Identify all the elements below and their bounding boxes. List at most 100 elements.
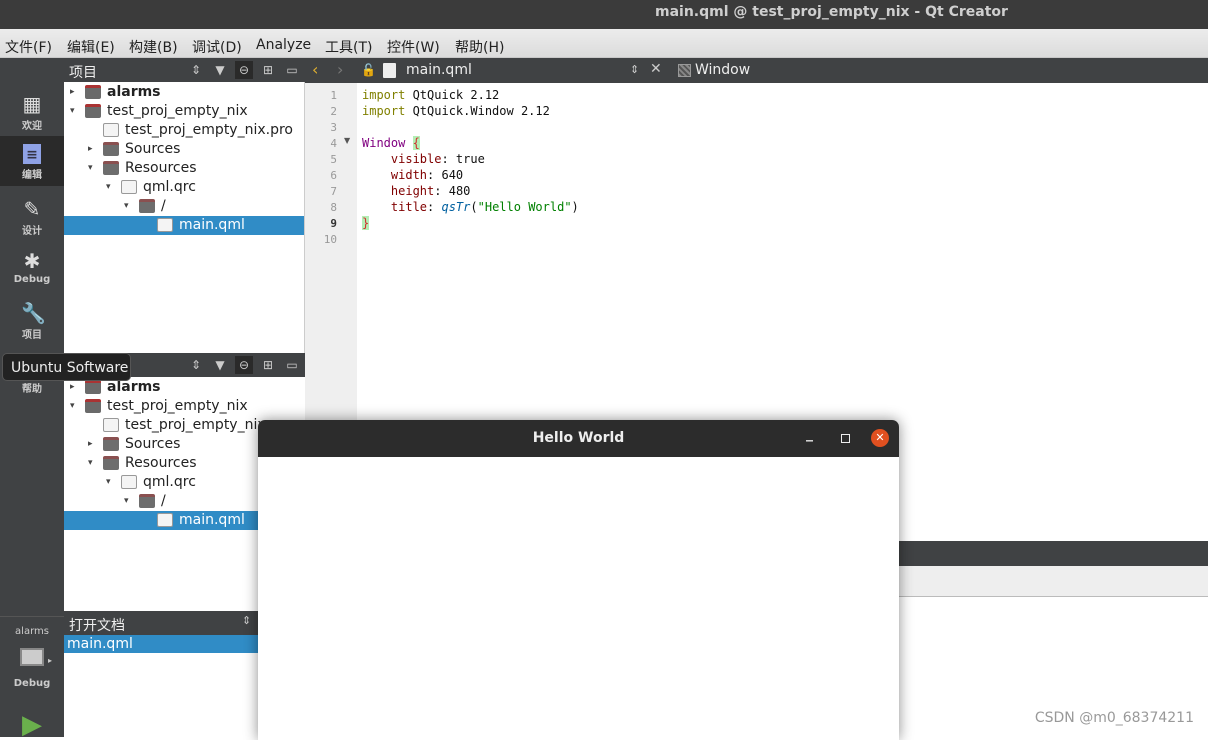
tree-item-label: / — [161, 198, 166, 214]
proj-icon — [85, 380, 101, 394]
menu-help[interactable]: 帮助(H) — [455, 37, 504, 57]
expanded-arrow-icon[interactable]: ▾ — [106, 473, 111, 492]
menu-analyze[interactable]: Analyze — [256, 37, 311, 53]
tree-item[interactable]: ▾ test_proj_empty_nix — [64, 397, 305, 416]
split-icon[interactable]: ⊞ — [259, 61, 277, 79]
editor-file-name[interactable]: main.qml — [406, 62, 472, 78]
proj-icon — [85, 85, 101, 99]
proj-icon — [85, 399, 101, 413]
line-number: 9 — [330, 217, 337, 230]
tree-item-label: / — [161, 493, 166, 509]
chevron-right-icon: ▸ — [48, 656, 53, 665]
collapsed-arrow-icon[interactable]: ▸ — [70, 83, 75, 102]
kit-project: alarms — [15, 626, 49, 637]
kit-build: Debug — [13, 678, 51, 689]
menu-tools[interactable]: 工具(T) — [325, 37, 372, 57]
menu-debug[interactable]: 调试(D) — [192, 37, 242, 57]
sort-icon[interactable]: ⇕ — [187, 356, 205, 374]
file-icon — [103, 418, 119, 432]
maximize-button[interactable] — [841, 434, 850, 443]
filter-icon[interactable]: ▼ — [211, 61, 229, 79]
bug-icon: ✱ — [23, 249, 41, 273]
close-button[interactable]: ✕ — [871, 429, 889, 447]
tooltip: Ubuntu Software — [2, 353, 131, 381]
menu-controls[interactable]: 控件(W) — [387, 37, 440, 57]
mode-sidebar: ▦欢迎 ≡编辑 ✎设计 ✱Debug 🔧项目 ?帮助 alarms ▸ Debu… — [0, 58, 64, 740]
minimize-button[interactable]: _ — [806, 420, 813, 453]
split-icon[interactable]: ⊞ — [259, 356, 277, 374]
fold-arrow-icon[interactable]: ▼ — [344, 136, 350, 145]
window-title: main.qml @ test_proj_empty_nix - Qt Crea… — [655, 4, 1008, 20]
projects-panel-header: 项目 ⇕ ▼ ⊖ ⊞ ▭ — [64, 58, 305, 82]
link-icon[interactable]: ⊖ — [235, 356, 253, 374]
line-number: 10 — [323, 233, 337, 246]
mode-design[interactable]: ✎ 设计 — [0, 190, 64, 240]
panel-title: 项目 — [69, 65, 97, 81]
file-switch-icon[interactable]: ⇕ — [630, 63, 639, 76]
tree-item[interactable]: ▾ / — [64, 197, 304, 216]
mode-welcome[interactable]: ▦ 欢迎 — [0, 85, 64, 135]
link-icon[interactable]: ⊖ — [235, 61, 253, 79]
line-number: 3 — [330, 121, 337, 134]
menu-file[interactable]: 文件(F) — [5, 37, 52, 57]
expanded-arrow-icon[interactable]: ▾ — [106, 178, 111, 197]
mode-edit[interactable]: ≡ 编辑 — [0, 136, 64, 186]
tree-item[interactable]: ▾ qml.qrc — [64, 178, 304, 197]
back-icon[interactable]: ‹ — [312, 60, 318, 79]
collapsed-arrow-icon[interactable]: ▸ — [88, 435, 93, 454]
expanded-arrow-icon[interactable]: ▾ — [70, 102, 75, 121]
close-panel-icon[interactable]: ▭ — [283, 61, 301, 79]
expanded-arrow-icon[interactable]: ▾ — [88, 454, 93, 473]
close-panel-icon[interactable]: ▭ — [283, 356, 301, 374]
tree-item-label: Sources — [125, 141, 181, 157]
tree-item[interactable]: ▸ alarms — [64, 83, 304, 102]
output-pane-toolbar — [898, 541, 1208, 566]
file-icon — [157, 218, 173, 232]
tree-item[interactable]: ▾ test_proj_empty_nix — [64, 102, 304, 121]
project-tree: ▸ alarms ▾ test_proj_empty_nix test_proj_emp… — [64, 82, 305, 353]
run-button[interactable]: ▶ — [0, 710, 64, 740]
watermark: CSDN @m0_68374211 — [1034, 710, 1194, 726]
expanded-arrow-icon[interactable]: ▾ — [124, 492, 129, 511]
tree-item[interactable]: ▾ Resources — [64, 159, 304, 178]
tree-item[interactable]: ▸ Sources — [64, 140, 304, 159]
line-number: 6 — [330, 169, 337, 182]
file-icon — [157, 513, 173, 527]
sort-icon[interactable]: ⇕ — [242, 614, 251, 627]
sort-icon[interactable]: ⇕ — [187, 61, 205, 79]
tree-item-label: test_proj_empty_nix — [107, 103, 248, 119]
mode-debug[interactable]: ✱ Debug — [0, 242, 64, 292]
expanded-arrow-icon[interactable]: ▾ — [88, 159, 93, 178]
filter-icon[interactable]: ▼ — [211, 356, 229, 374]
expanded-arrow-icon[interactable]: ▾ — [70, 397, 75, 416]
menu-edit[interactable]: 编辑(E) — [67, 37, 115, 57]
output-pane-header — [898, 566, 1208, 597]
folder-icon — [103, 456, 119, 470]
tree-item-label: main.qml — [179, 217, 245, 233]
line-number: 5 — [330, 153, 337, 166]
line-number: 2 — [330, 105, 337, 118]
tree-item-label: Sources — [125, 436, 181, 452]
pencil-icon: ✎ — [23, 197, 41, 221]
tree-item-label: main.qml — [179, 512, 245, 528]
line-number: 4 — [330, 137, 337, 150]
collapsed-arrow-icon[interactable]: ▸ — [88, 140, 93, 159]
folder-icon — [139, 199, 155, 213]
folder-icon — [103, 142, 119, 156]
tree-item-label: qml.qrc — [143, 474, 196, 490]
tree-item[interactable]: main.qml — [64, 216, 304, 235]
tree-item[interactable]: test_proj_empty_nix.pro — [64, 121, 304, 140]
file-icon — [103, 123, 119, 137]
lock-icon: 🔓 — [361, 63, 376, 77]
close-file-icon[interactable]: ✕ — [650, 61, 662, 77]
forward-icon[interactable]: › — [337, 60, 343, 79]
folder-icon — [103, 161, 119, 175]
menu-build[interactable]: 构建(B) — [129, 37, 178, 57]
expanded-arrow-icon[interactable]: ▾ — [124, 197, 129, 216]
symbol-selector[interactable]: Window — [695, 62, 750, 78]
app-window: Hello World _ ✕ — [258, 420, 899, 740]
mode-projects[interactable]: 🔧 项目 — [0, 294, 64, 344]
line-number: 8 — [330, 201, 337, 214]
tree-item-label: Resources — [125, 160, 197, 176]
line-number: 7 — [330, 185, 337, 198]
